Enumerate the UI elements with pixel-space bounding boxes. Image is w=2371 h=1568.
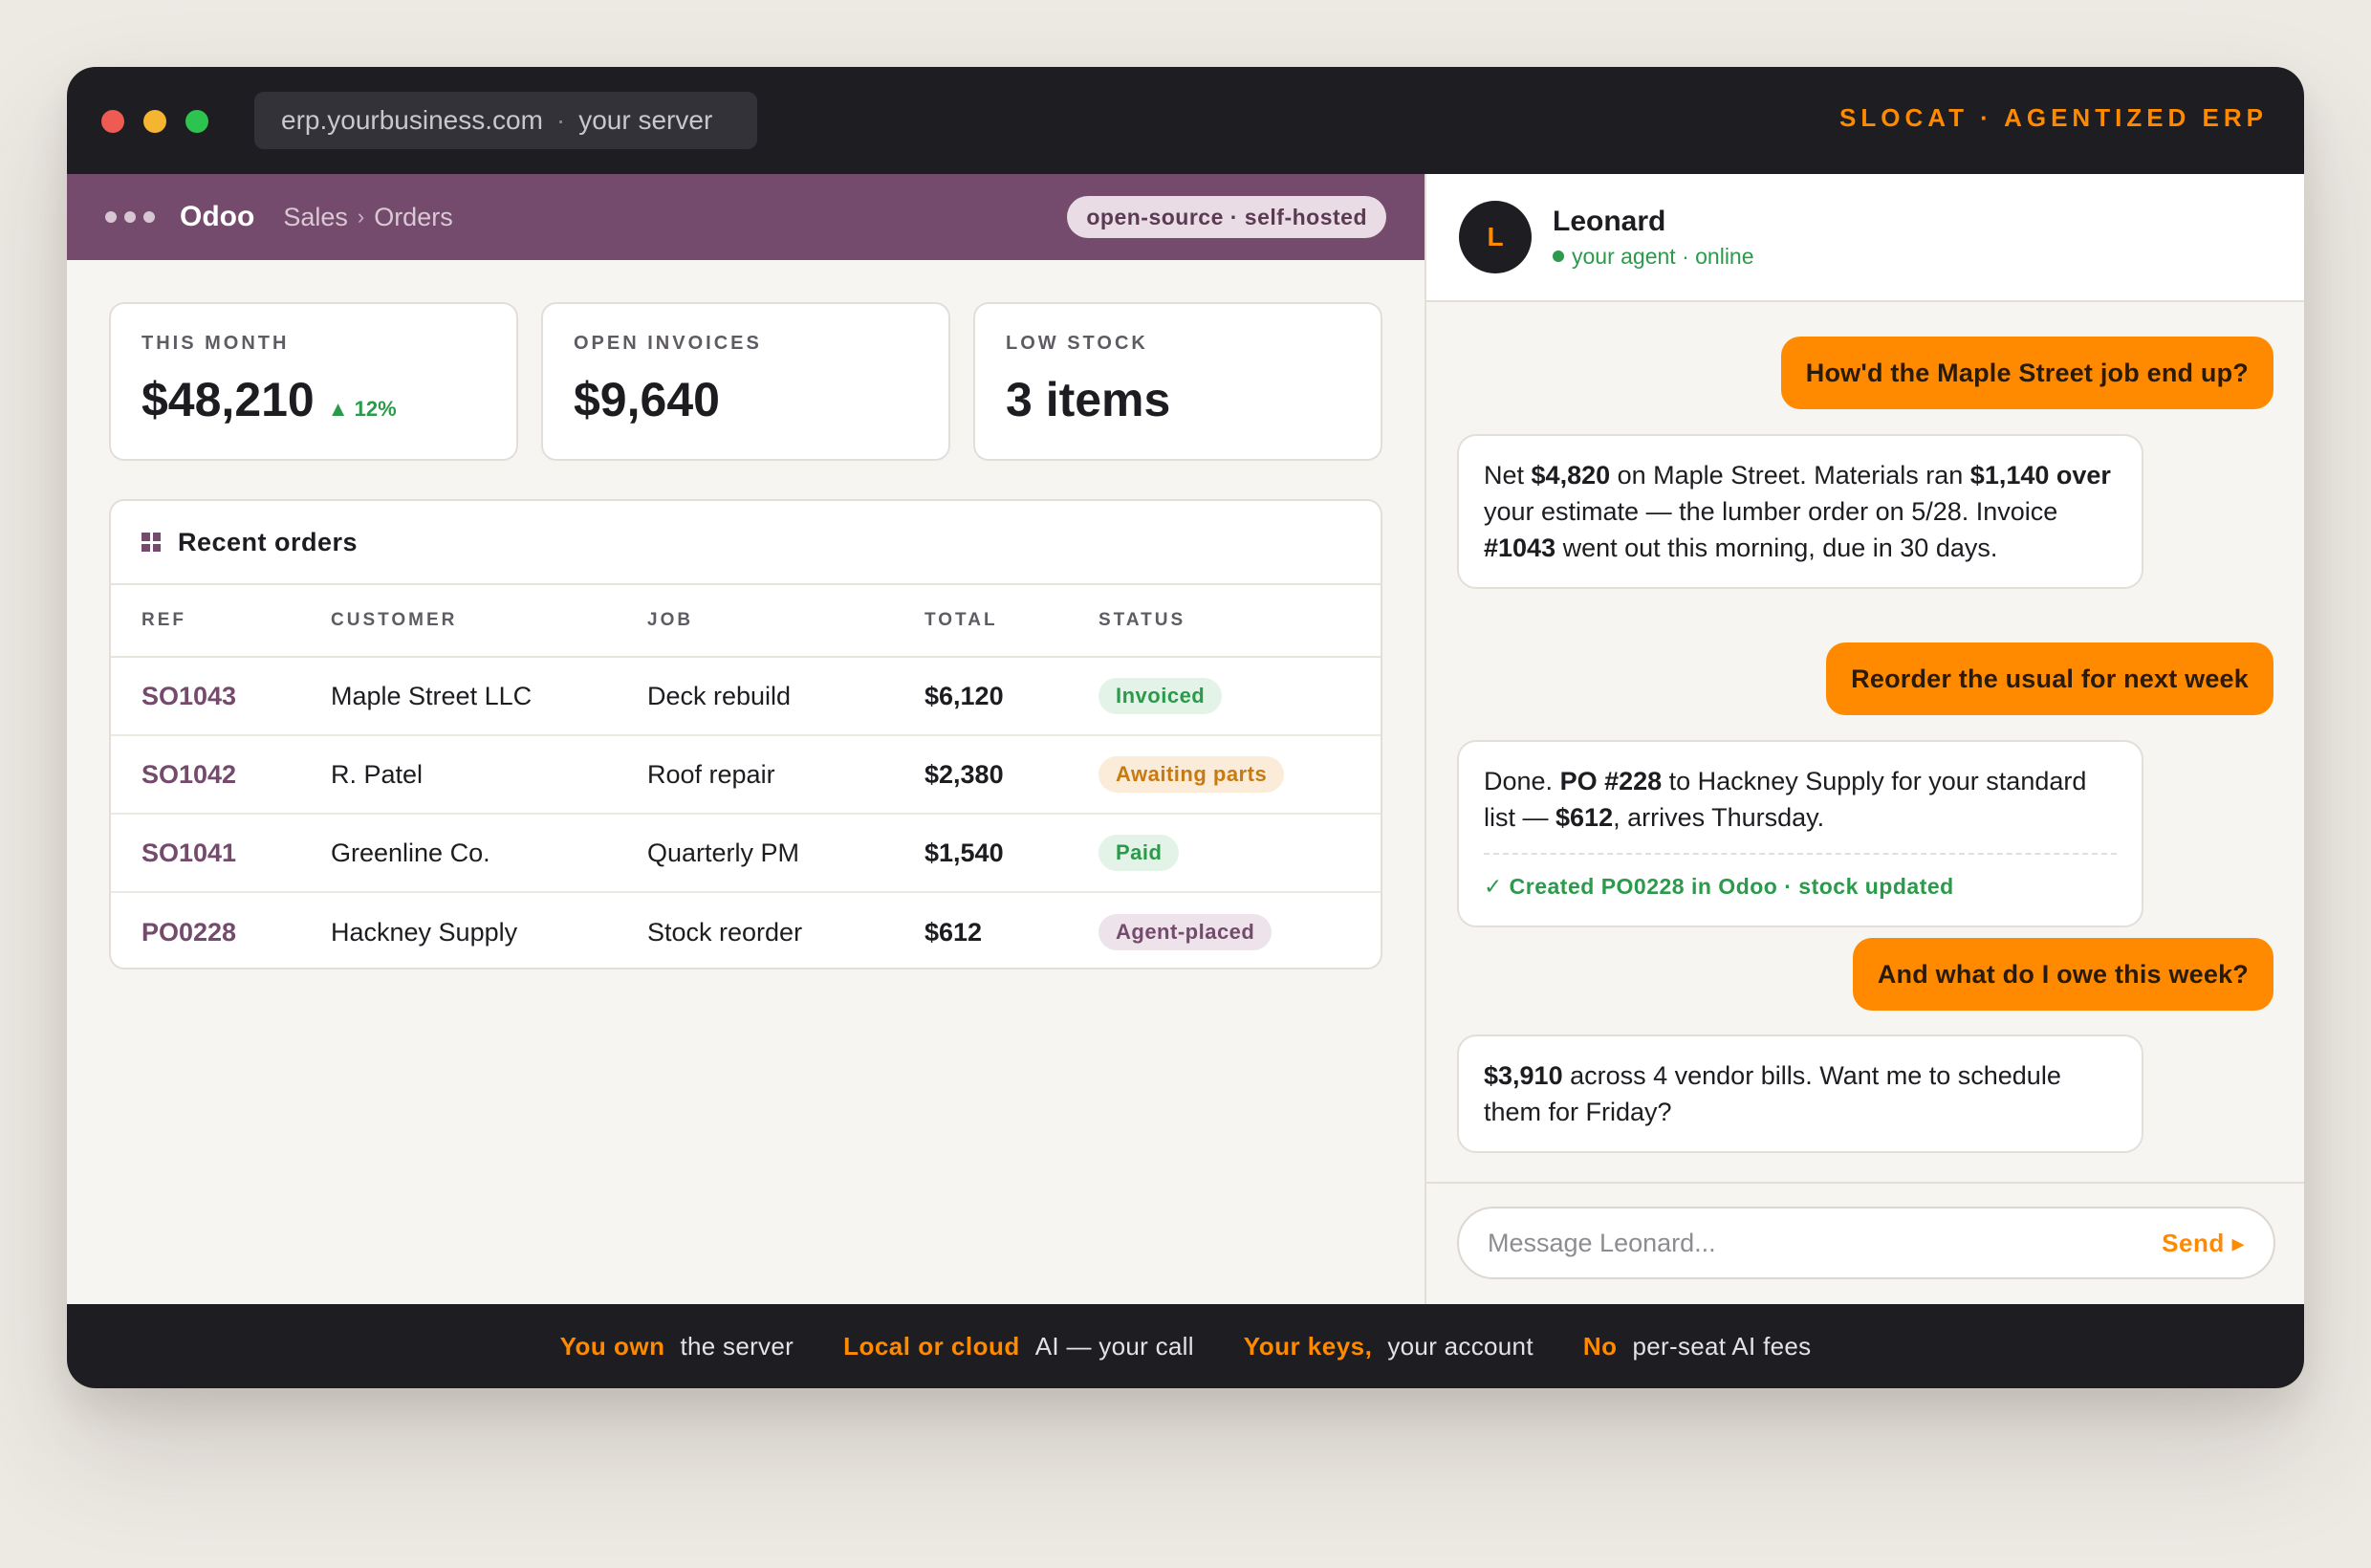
app-bar: Odoo Sales › Orders open-source · self-h… (67, 174, 1425, 260)
agent-message: Net $4,820 on Maple Street. Materials ra… (1457, 434, 2143, 589)
kpi-open-invoices[interactable]: OPEN INVOICES $9,640 (541, 302, 950, 461)
agent-message: Done. PO #228 to Hackney Supply for your… (1457, 740, 2143, 927)
feature-highlight: Local or cloud (843, 1331, 1020, 1361)
feature-text: per-seat AI fees (1632, 1331, 1812, 1361)
order-total: $2,380 (924, 759, 1004, 789)
feature-text: AI — your call (1034, 1331, 1194, 1361)
chat-header: L Leonard your agent · online (1426, 174, 2304, 302)
order-job: Stock reorder (647, 917, 803, 947)
order-total: $6,120 (924, 681, 1004, 710)
composer-box: Send ▸ (1457, 1207, 2275, 1279)
table-row[interactable]: SO1042 R. Patel Roof repair $2,380 Await… (111, 736, 1381, 815)
app-menu-icon[interactable] (105, 211, 155, 223)
feature-highlight: Your keys, (1243, 1331, 1373, 1361)
column-header-total[interactable]: TOTAL (924, 610, 1098, 631)
status-badge: Paid (1098, 835, 1180, 871)
status-badge: Invoiced (1098, 678, 1223, 714)
column-header-customer[interactable]: CUSTOMER (331, 610, 647, 631)
feature-bar: You own the server Local or cloud AI — y… (67, 1304, 2304, 1388)
message-composer: Send ▸ (1426, 1182, 2304, 1304)
feature-text: your account (1387, 1331, 1534, 1361)
feature-highlight: No (1582, 1331, 1618, 1361)
order-job: Deck rebuild (647, 681, 792, 710)
order-customer: Maple Street LLC (331, 681, 533, 710)
url-text: erp.yourbusiness.com (281, 105, 543, 135)
order-ref[interactable]: SO1041 (141, 838, 331, 868)
kpi-label: OPEN INVOICES (574, 333, 762, 354)
agent-name: Leonard (1553, 205, 1666, 237)
erp-panel: Odoo Sales › Orders open-source · self-h… (67, 174, 1425, 1304)
kpi-value: $9,640 (574, 373, 720, 426)
message-list: How'd the Maple Street job end up? Net $… (1426, 302, 2304, 1182)
user-message: Reorder the usual for next week (1826, 642, 2273, 715)
table-header-row: REF CUSTOMER JOB TOTAL STATUS (111, 585, 1381, 658)
column-header-ref[interactable]: REF (141, 610, 331, 631)
kpi-label: LOW STOCK (1006, 333, 1148, 354)
orders-header: Recent orders (111, 501, 1381, 585)
user-message: How'd the Maple Street job end up? (1780, 337, 2273, 409)
maximize-window-button[interactable] (185, 110, 208, 133)
brand-tag: SLOCAT · AGENTIZED ERP (1839, 103, 2268, 132)
status-badge: Awaiting parts (1098, 756, 1285, 793)
feature-highlight: You own (559, 1331, 665, 1361)
order-total: $612 (924, 917, 983, 947)
address-bar[interactable]: erp.yourbusiness.com · your server (254, 92, 757, 149)
order-job: Roof repair (647, 759, 775, 789)
status-badge: Agent-placed (1098, 914, 1273, 950)
order-ref[interactable]: SO1043 (141, 682, 331, 711)
feature-item: No per-seat AI fees (1583, 1332, 1812, 1361)
table-row[interactable]: PO0228 Hackney Supply Stock reorder $612… (111, 893, 1381, 968)
order-customer: R. Patel (331, 759, 424, 789)
user-message: And what do I owe this week? (1852, 938, 2273, 1011)
feature-item: Local or cloud AI — your call (843, 1332, 1194, 1361)
order-ref[interactable]: PO0228 (141, 918, 331, 947)
table-grid-icon (141, 533, 161, 552)
breadcrumb-sales[interactable]: Sales (283, 203, 348, 232)
column-header-status[interactable]: STATUS (1098, 610, 1381, 631)
kpi-delta: ▲ 12% (327, 397, 397, 421)
orders-title: Recent orders (178, 527, 359, 556)
agent-message: $3,910 across 4 vendor bills. Want me to… (1457, 1034, 2143, 1153)
feature-item: You own the server (560, 1332, 794, 1361)
online-dot-icon (1553, 250, 1564, 262)
agent-chat-panel: L Leonard your agent · online How'd the … (1425, 174, 2304, 1304)
kpi-label: THIS MONTH (141, 333, 290, 354)
order-customer: Hackney Supply (331, 917, 518, 947)
minimize-window-button[interactable] (143, 110, 166, 133)
kpi-row: THIS MONTH $48,210 ▲ 12% OPEN INVOICES $… (109, 302, 1382, 461)
close-window-button[interactable] (101, 110, 124, 133)
recent-orders-table: Recent orders REF CUSTOMER JOB TOTAL STA… (109, 499, 1382, 969)
hosting-badge: open-source · self-hosted (1067, 196, 1386, 238)
kpi-low-stock[interactable]: LOW STOCK 3 items (973, 302, 1382, 461)
kpi-value: 3 items (1006, 373, 1171, 426)
app-window: erp.yourbusiness.com · your server SLOCA… (67, 67, 2304, 1388)
order-job: Quarterly PM (647, 838, 800, 867)
agent-avatar: L (1459, 201, 1532, 273)
message-input[interactable] (1488, 1228, 2163, 1258)
feature-text: the server (680, 1331, 794, 1361)
table-row[interactable]: SO1043 Maple Street LLC Deck rebuild $6,… (111, 658, 1381, 736)
breadcrumb-orders[interactable]: Orders (374, 203, 453, 232)
order-total: $1,540 (924, 838, 1004, 867)
column-header-job[interactable]: JOB (647, 610, 924, 631)
url-separator: · (555, 105, 566, 135)
kpi-value: $48,210 (141, 373, 315, 426)
order-customer: Greenline Co. (331, 838, 490, 867)
kpi-this-month[interactable]: THIS MONTH $48,210 ▲ 12% (109, 302, 518, 461)
title-bar: erp.yourbusiness.com · your server SLOCA… (67, 67, 2304, 174)
order-ref[interactable]: SO1042 (141, 760, 331, 790)
breadcrumb-separator: › (357, 205, 365, 229)
feature-item: Your keys, your account (1244, 1332, 1534, 1361)
send-button[interactable]: Send ▸ (2162, 1229, 2245, 1258)
url-suffix: your server (578, 105, 713, 135)
agent-action-confirmation: ✓ Created PO0228 in Odoo · stock updated (1484, 853, 2117, 904)
app-name[interactable]: Odoo (180, 201, 254, 233)
agent-status: your agent · online (1553, 244, 1754, 270)
agent-status-text: your agent · online (1572, 243, 1754, 269)
table-row[interactable]: SO1041 Greenline Co. Quarterly PM $1,540… (111, 815, 1381, 893)
